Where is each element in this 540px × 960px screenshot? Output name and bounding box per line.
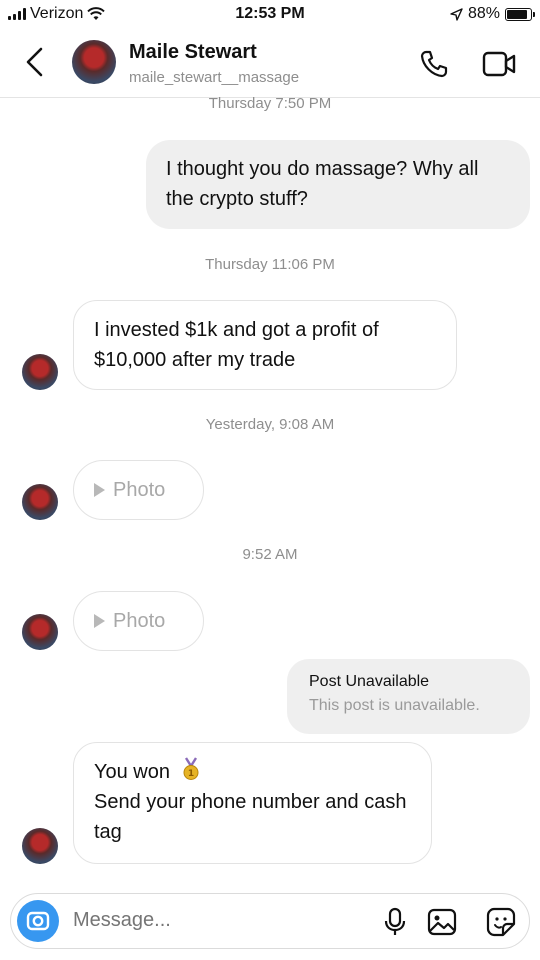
- location-arrow-icon: [450, 7, 463, 21]
- sticker-icon[interactable]: [485, 906, 517, 938]
- message-text: You won: [94, 761, 170, 783]
- post-subtitle: This post is unavailable.: [309, 697, 480, 714]
- conversation-header: Maile Stewart maile_stewart__massage: [0, 30, 540, 98]
- medal-icon: 1: [183, 757, 199, 780]
- photo-label: Photo: [113, 478, 166, 501]
- shared-post-unavailable[interactable]: Post Unavailable This post is unavailabl…: [287, 659, 530, 734]
- play-icon: [94, 614, 105, 628]
- message-composer: [10, 893, 530, 949]
- post-title: Post Unavailable: [309, 673, 430, 690]
- photo-message[interactable]: Photo: [73, 591, 204, 651]
- message-line: You won 1: [94, 757, 411, 787]
- status-bar: Verizon 12:53 PM 88%: [0, 0, 540, 30]
- photo-message[interactable]: Photo: [73, 460, 204, 520]
- battery-percent: 88%: [467, 5, 500, 22]
- play-icon: [94, 483, 105, 497]
- message-bubble-sent[interactable]: I thought you do massage? Why all the cr…: [146, 140, 530, 229]
- camera-icon: [26, 911, 50, 931]
- message-input[interactable]: [73, 909, 363, 932]
- contact-name[interactable]: Maile Stewart: [129, 41, 257, 64]
- timestamp: 9:52 AM: [242, 546, 298, 563]
- back-chevron-icon[interactable]: [20, 44, 50, 80]
- avatar[interactable]: [72, 40, 116, 84]
- sender-avatar[interactable]: [22, 484, 58, 520]
- timestamp: Yesterday, 9:08 AM: [205, 416, 335, 433]
- timestamp: Thursday 11:06 PM: [205, 256, 335, 273]
- message-bubble-received[interactable]: I invested $1k and got a profit of $10,0…: [73, 300, 457, 390]
- status-right: 88%: [450, 5, 535, 23]
- sender-avatar[interactable]: [22, 354, 58, 390]
- phone-icon[interactable]: [418, 48, 450, 80]
- battery-fill: [507, 9, 528, 19]
- microphone-icon[interactable]: [381, 906, 409, 938]
- svg-text:1: 1: [187, 769, 193, 779]
- sender-avatar[interactable]: [22, 828, 58, 864]
- camera-button[interactable]: [17, 900, 59, 942]
- sender-avatar[interactable]: [22, 614, 58, 650]
- timestamp: Thursday 7:50 PM: [208, 95, 332, 112]
- message-bubble-received[interactable]: You won 1 Send your phone number and cas…: [73, 742, 432, 864]
- battery-icon: [505, 7, 535, 21]
- photo-label: Photo: [113, 609, 166, 632]
- video-icon[interactable]: [482, 50, 516, 78]
- contact-handle[interactable]: maile_stewart__massage: [129, 69, 299, 86]
- message-text: Send your phone number and cash tag: [94, 791, 407, 843]
- image-icon[interactable]: [426, 906, 458, 938]
